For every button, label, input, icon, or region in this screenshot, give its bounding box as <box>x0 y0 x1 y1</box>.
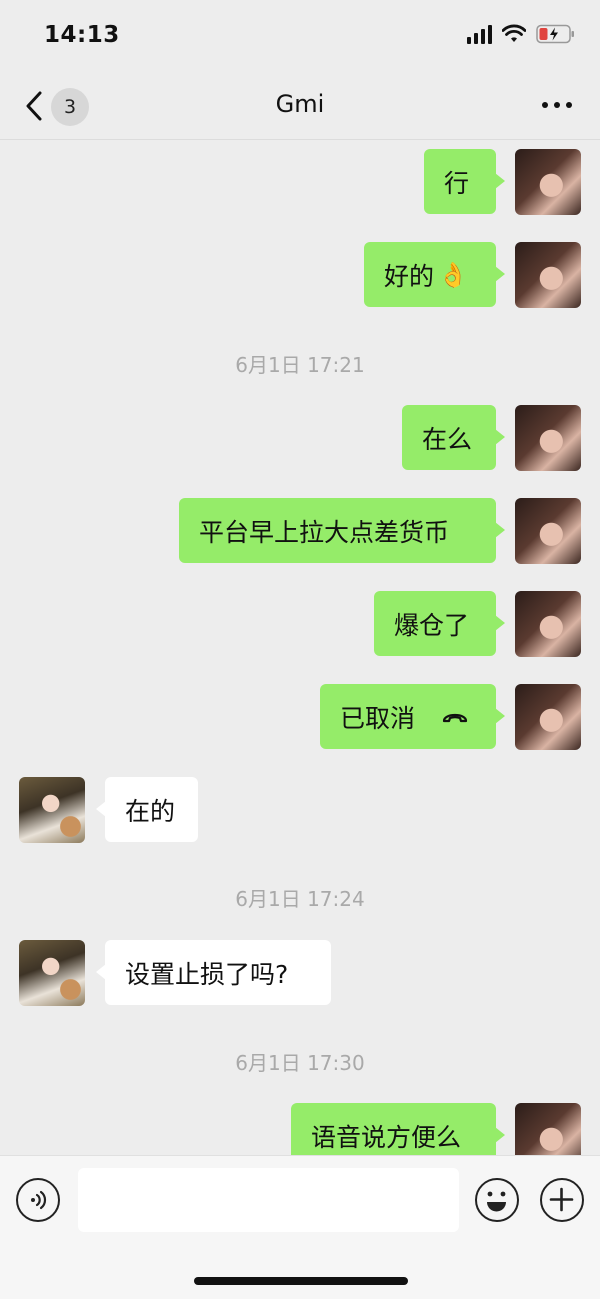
wifi-icon <box>502 24 526 44</box>
message-timestamp: 6月1日 17:21 <box>235 353 365 377</box>
outgoing-message[interactable]: 行 <box>424 149 505 214</box>
voice-call-record[interactable]: 已取消 <box>320 684 505 749</box>
incoming-message[interactable]: 在的 <box>96 777 198 842</box>
message-input[interactable] <box>78 1168 459 1232</box>
more-functions-button[interactable] <box>540 1178 584 1222</box>
my-avatar[interactable] <box>515 684 581 750</box>
my-avatar[interactable] <box>515 591 581 657</box>
contact-avatar[interactable] <box>19 940 85 1006</box>
voice-icon <box>31 1190 47 1210</box>
emoji-button[interactable] <box>475 1178 519 1222</box>
home-indicator <box>194 1277 408 1285</box>
message-timestamp: 6月1日 17:30 <box>235 1051 365 1075</box>
plus-icon <box>549 1187 574 1212</box>
outgoing-message[interactable]: 平台早上拉大点差货币 <box>179 498 505 563</box>
message-text: 行 <box>444 168 470 198</box>
my-avatar[interactable] <box>515 149 581 215</box>
chat-header: 3 Gmi <box>0 72 600 140</box>
outgoing-message[interactable]: 爆仓了 <box>374 591 505 656</box>
voice-input-button[interactable] <box>16 1178 60 1222</box>
message-text: 好的 <box>384 261 435 291</box>
message-text: 设置止损了吗? <box>125 959 289 989</box>
status-icons <box>467 24 576 44</box>
message-text: 在么 <box>422 424 473 454</box>
message-text: 平台早上拉大点差货币 <box>199 517 450 547</box>
message-text: 爆仓了 <box>394 610 470 640</box>
chat-title: Gmi <box>275 90 325 118</box>
battery-icon <box>536 24 576 44</box>
status-bar: 14:13 <box>0 0 600 72</box>
my-avatar[interactable] <box>515 405 581 471</box>
hangup-icon <box>441 709 469 725</box>
message-text: 在的 <box>125 796 176 826</box>
my-avatar[interactable] <box>515 498 581 564</box>
outgoing-message[interactable]: 在么 <box>402 405 505 470</box>
signal-icon <box>467 24 492 44</box>
message-timestamp: 6月1日 17:24 <box>235 887 365 911</box>
status-time: 14:13 <box>44 22 120 48</box>
ok-hand-emoji-icon: 👌 <box>438 260 468 289</box>
emoji-icon <box>487 1191 506 1212</box>
contact-avatar[interactable] <box>19 777 85 843</box>
more-icon[interactable] <box>542 102 572 108</box>
message-text: 语音说方便么 <box>311 1122 462 1152</box>
my-avatar[interactable] <box>515 242 581 308</box>
incoming-message[interactable]: 设置止损了吗? <box>96 940 331 1005</box>
outgoing-message[interactable]: 好的 👌 <box>364 242 505 307</box>
message-text: 已取消 <box>340 703 416 733</box>
